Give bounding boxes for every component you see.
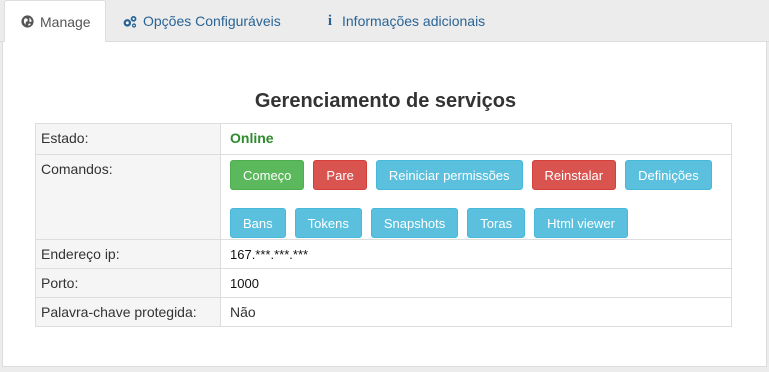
commands-row-1: Começo Pare Reiniciar permissões Reinsta… — [230, 160, 723, 190]
commands-cell: Começo Pare Reiniciar permissões Reinsta… — [220, 154, 732, 240]
page-title: Gerenciamento de serviços — [254, 90, 517, 112]
stop-button[interactable]: Pare — [313, 160, 367, 190]
service-info-table: Estado: Online Comandos: Começo Pare Rei… — [35, 123, 732, 327]
start-button[interactable]: Começo — [230, 160, 305, 190]
row-label: Porto: — [35, 268, 221, 298]
info-icon: i — [327, 12, 333, 29]
settings-button[interactable]: Definições — [625, 160, 712, 190]
port-number: 1000 — [230, 276, 259, 291]
tab-bar: Manage Opções Configuráveis i Informaçõe… — [0, 0, 769, 43]
password-protected-value: Não — [220, 297, 732, 327]
row-label: Estado: — [35, 123, 221, 155]
reset-permissions-button[interactable]: Reiniciar permissões — [375, 160, 523, 190]
commands-row-2: Bans Tokens Snapshots Toras Html viewer — [230, 208, 723, 238]
tab-label: Informações adicionais — [342, 13, 486, 29]
ip-address: 167.***.***.*** — [230, 247, 309, 262]
globe-icon — [19, 14, 35, 30]
manage-panel: Gerenciamento de serviços Estado: Online… — [2, 42, 767, 367]
html-viewer-button[interactable]: Html viewer — [534, 208, 628, 238]
tab-manage[interactable]: Manage — [4, 0, 106, 43]
table-row: Porto: 1000 — [35, 268, 732, 298]
table-row: Endereço ip: 167.***.***.*** — [35, 239, 732, 269]
ip-value: 167.***.***.*** — [220, 239, 732, 269]
table-row: Comandos: Começo Pare Reiniciar permissõ… — [35, 154, 732, 240]
reinstall-button[interactable]: Reinstalar — [531, 160, 617, 190]
snapshots-button[interactable]: Snapshots — [370, 208, 459, 238]
cogs-icon — [122, 13, 138, 29]
row-label: Palavra-chave protegida: — [35, 297, 221, 327]
row-label: Comandos: — [35, 154, 221, 240]
logs-button[interactable]: Toras — [467, 208, 526, 238]
tab-label: Manage — [40, 13, 91, 30]
status-badge: Online — [230, 130, 274, 146]
table-row: Estado: Online — [35, 123, 732, 155]
port-value: 1000 — [220, 268, 732, 298]
status-value: Online — [220, 123, 732, 155]
row-label: Endereço ip: — [35, 239, 221, 269]
tokens-button[interactable]: Tokens — [294, 208, 362, 238]
tab-opcoes-configuraveis[interactable]: Opções Configuráveis — [122, 0, 281, 42]
bans-button[interactable]: Bans — [230, 208, 286, 238]
tab-label: Opções Configuráveis — [143, 13, 281, 29]
tab-informacoes-adicionais[interactable]: i Informações adicionais — [323, 0, 485, 42]
table-row: Palavra-chave protegida: Não — [35, 297, 732, 327]
